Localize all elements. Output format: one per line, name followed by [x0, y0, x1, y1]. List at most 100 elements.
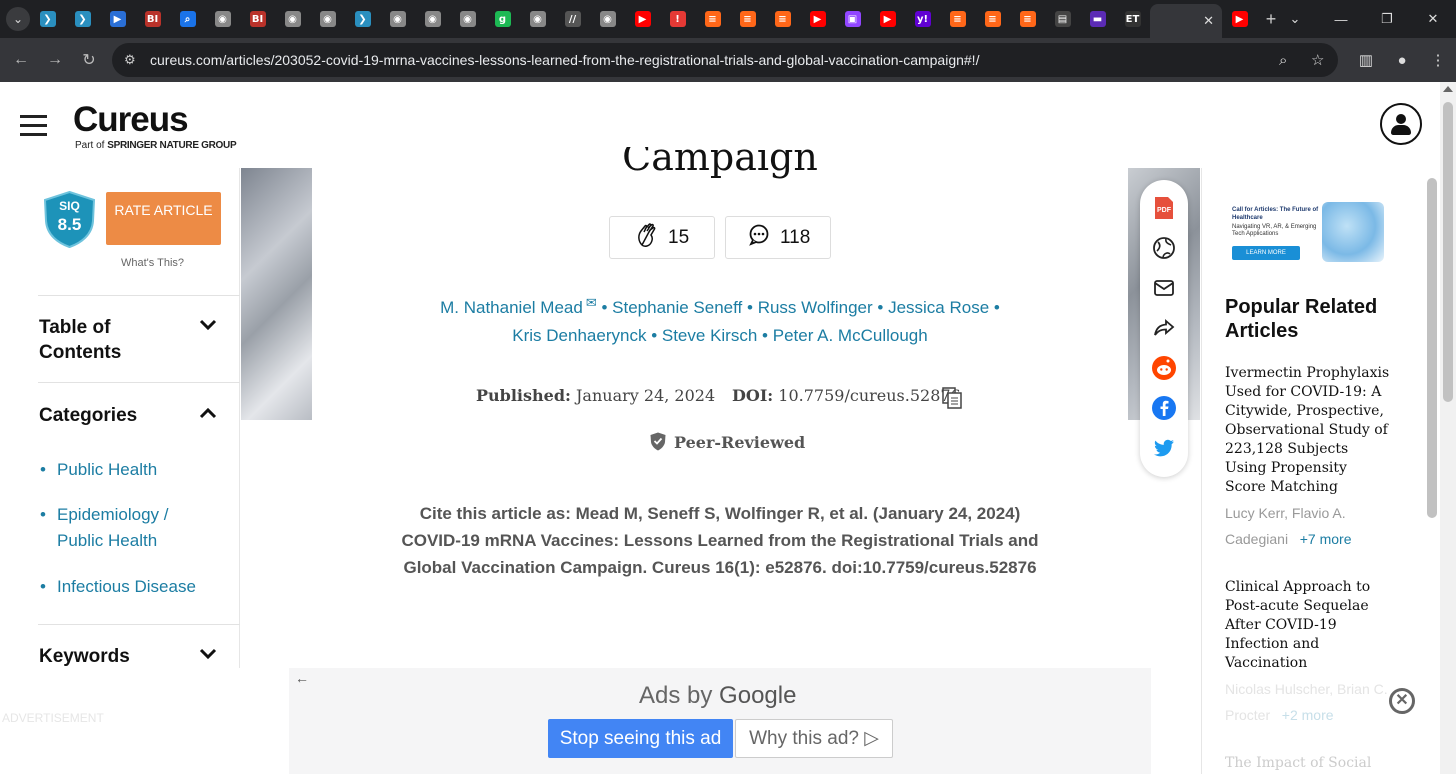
whats-this-link[interactable]: What's This?	[121, 257, 184, 269]
browser-tab[interactable]: y!	[905, 4, 940, 34]
copy-icon[interactable]	[942, 387, 963, 409]
share-arrow-icon[interactable]	[1152, 316, 1176, 340]
author-link[interactable]: Kris Denhaerynck	[512, 326, 646, 345]
forward-button[interactable]: →	[38, 51, 72, 69]
browser-tab[interactable]: ≡	[730, 4, 765, 34]
panel-scroll-thumb[interactable]	[1427, 178, 1437, 518]
browser-tab[interactable]: ◉	[380, 4, 415, 34]
browser-tab[interactable]: ▶	[625, 4, 660, 34]
author-link[interactable]: Steve Kirsch	[662, 326, 757, 345]
scroll-thumb[interactable]	[1443, 102, 1453, 402]
facebook-icon[interactable]	[1152, 396, 1176, 420]
browser-tab[interactable]: !	[660, 4, 695, 34]
chevron-down-icon[interactable]	[199, 318, 217, 335]
reddit-icon[interactable]	[1152, 356, 1176, 380]
browser-tab[interactable]: ▤	[1045, 4, 1080, 34]
more-authors-link[interactable]: +7 more	[1300, 531, 1352, 547]
category-link[interactable]: Epidemiology / Public Health	[40, 502, 190, 554]
pdf-icon[interactable]: PDF	[1152, 196, 1176, 220]
related-article-link[interactable]: The Impact of Social	[1225, 754, 1390, 773]
minimize-button[interactable]: —	[1318, 0, 1364, 38]
browser-tab[interactable]: ❯	[345, 4, 380, 34]
author-link[interactable]: Peter A. McCullough	[773, 326, 928, 345]
related-article-link[interactable]: Ivermectin Prophylaxis Used for COVID-19…	[1225, 364, 1390, 497]
learn-more-button[interactable]: LEARN MORE	[1232, 246, 1300, 260]
browser-tab[interactable]: ◉	[415, 4, 450, 34]
cureus-logo[interactable]: Cureus	[73, 100, 189, 140]
browser-tab[interactable]: ▶	[870, 4, 905, 34]
envelope-icon[interactable]: ✉	[586, 295, 597, 310]
browser-tab[interactable]: ▣	[835, 4, 870, 34]
twitter-icon[interactable]	[1152, 436, 1176, 460]
mail-icon[interactable]	[1152, 276, 1176, 300]
category-label[interactable]: Epidemiology / Public Health	[57, 502, 190, 554]
bookmark-star-icon[interactable]: ☆	[1311, 51, 1324, 69]
more-authors-link[interactable]: +2 more	[1282, 707, 1334, 723]
toc-heading[interactable]: Table of Contents	[39, 315, 189, 365]
category-link[interactable]: Public Health	[40, 457, 210, 483]
chevron-up-icon[interactable]	[199, 406, 217, 423]
browser-tab[interactable]: ≡	[1010, 4, 1045, 34]
browser-tab[interactable]: ◉	[520, 4, 555, 34]
browser-tab[interactable]: ◉	[310, 4, 345, 34]
rate-article-button[interactable]: RATE ARTICLE	[106, 192, 221, 245]
author-link[interactable]: Jessica Rose	[888, 298, 989, 317]
browser-tab[interactable]: ≡	[975, 4, 1010, 34]
browser-tab[interactable]: g	[485, 4, 520, 34]
related-article-link[interactable]: Clinical Approach to Post-acute Sequelae…	[1225, 578, 1390, 673]
author-link[interactable]: Stephanie Seneff	[612, 298, 742, 317]
why-this-ad-button[interactable]: Why this ad? ▷	[735, 719, 893, 758]
chevron-down-icon[interactable]	[199, 647, 217, 664]
browser-tab[interactable]: ❯	[30, 4, 65, 34]
browser-tab[interactable]: ≡	[765, 4, 800, 34]
category-label[interactable]: Public Health	[57, 457, 210, 483]
browser-menu-icon[interactable]: ⋮	[1420, 51, 1456, 69]
browser-tab[interactable]: ▶	[1222, 4, 1257, 34]
browser-tab[interactable]: ET	[1115, 4, 1150, 34]
zoom-icon[interactable]: ⌕	[1279, 52, 1287, 69]
profile-icon[interactable]: ●	[1384, 52, 1420, 69]
siq-badge[interactable]: SIQ 8.5	[43, 190, 96, 249]
author-link[interactable]: M. Nathaniel Mead	[440, 298, 583, 317]
comments-button[interactable]: 118	[725, 216, 831, 259]
close-ad-icon[interactable]: ✕	[1389, 688, 1415, 714]
doi-value[interactable]: 10.7759/cureus.52876	[778, 386, 960, 405]
call-for-articles-ad[interactable]: Call for Articles: The Future of Healthc…	[1230, 196, 1390, 266]
browser-tab[interactable]: ◉	[205, 4, 240, 34]
stop-seeing-ad-button[interactable]: Stop seeing this ad	[548, 719, 733, 758]
reload-button[interactable]: ↻	[72, 50, 106, 70]
browser-tab[interactable]: ◉	[450, 4, 485, 34]
browser-tab[interactable]: ⌕	[170, 4, 205, 34]
active-browser-tab[interactable]: ✕	[1150, 4, 1222, 38]
browser-tab[interactable]: //	[555, 4, 590, 34]
browser-tab[interactable]: ◉	[275, 4, 310, 34]
tab-search-button[interactable]: ⌄	[6, 7, 30, 31]
browser-tab[interactable]: BI	[135, 4, 170, 34]
category-label[interactable]: Infectious Disease	[57, 574, 230, 600]
browser-tab[interactable]: ≡	[695, 4, 730, 34]
browser-tab[interactable]: ◉	[590, 4, 625, 34]
browser-tab[interactable]: ❯	[65, 4, 100, 34]
address-bar[interactable]: ⚙ cureus.com/articles/203052-covid-19-mr…	[112, 43, 1338, 77]
browser-tab[interactable]: ▬	[1080, 4, 1115, 34]
keywords-heading[interactable]: Keywords	[39, 644, 130, 669]
categories-heading[interactable]: Categories	[39, 403, 137, 428]
page-scrollbar[interactable]	[1440, 82, 1456, 774]
category-link[interactable]: Infectious Disease	[40, 574, 230, 600]
back-arrow-icon[interactable]: ←	[295, 670, 309, 686]
close-window-button[interactable]: ✕	[1410, 0, 1456, 38]
back-button[interactable]: ←	[4, 51, 38, 69]
dropdown-icon[interactable]: ⌄	[1272, 0, 1318, 38]
browser-tab[interactable]: ▶	[100, 4, 135, 34]
globe-icon[interactable]	[1152, 236, 1176, 260]
browser-tab[interactable]: ▶	[800, 4, 835, 34]
author-link[interactable]: Russ Wolfinger	[758, 298, 873, 317]
browser-tab[interactable]: BI	[240, 4, 275, 34]
account-icon[interactable]	[1380, 103, 1422, 145]
site-info-icon[interactable]: ⚙	[124, 52, 146, 68]
claps-button[interactable]: 15	[609, 216, 715, 259]
scroll-up-icon[interactable]	[1443, 86, 1453, 92]
close-tab-icon[interactable]: ✕	[1203, 13, 1214, 29]
menu-icon[interactable]	[20, 115, 47, 137]
side-panel-icon[interactable]: ▥	[1348, 51, 1384, 69]
